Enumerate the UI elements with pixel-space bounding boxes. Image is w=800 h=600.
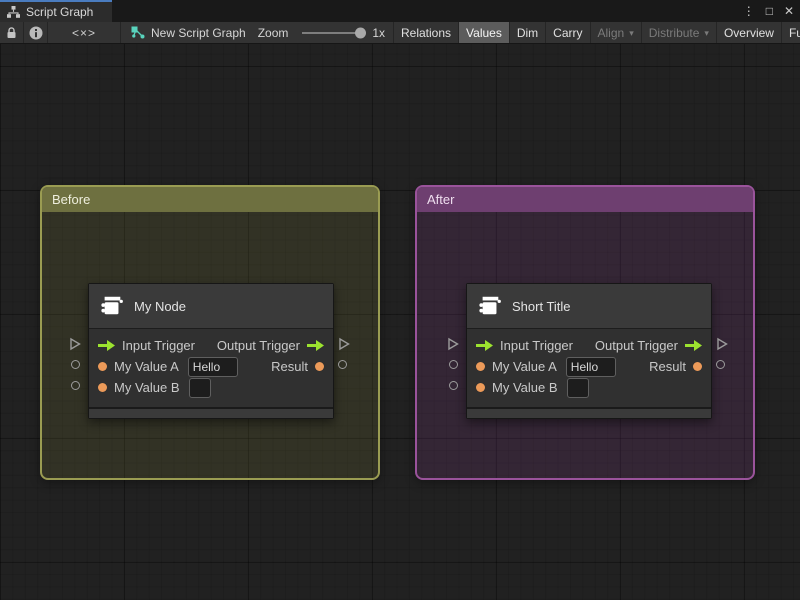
maximize-icon[interactable]: □ bbox=[766, 0, 773, 22]
node-ports: Input Trigger Output Trigger My Value A bbox=[467, 329, 711, 407]
group-title: Before bbox=[52, 192, 91, 207]
toolbar-button-values[interactable]: Values bbox=[459, 22, 510, 43]
port-label: Input Trigger bbox=[500, 338, 573, 353]
code-view-icon: <×> bbox=[71, 25, 97, 40]
ext-trigger-in-port[interactable] bbox=[446, 337, 460, 351]
port-label: Output Trigger bbox=[216, 338, 300, 353]
close-icon[interactable]: ✕ bbox=[784, 0, 794, 22]
port-label: My Value A bbox=[492, 359, 557, 374]
lock-button[interactable] bbox=[0, 22, 24, 43]
ext-trigger-in-port[interactable] bbox=[68, 337, 82, 351]
button-label: Distribute bbox=[648, 25, 700, 40]
port-row: My Value A Result bbox=[89, 356, 333, 377]
value-port-icon[interactable] bbox=[476, 362, 485, 371]
chevron-down-icon: ▾ bbox=[704, 28, 709, 38]
port-label: My Value B bbox=[492, 380, 558, 395]
button-label: Carry bbox=[553, 25, 583, 40]
hierarchy-icon bbox=[7, 6, 20, 18]
button-label: Full Screen bbox=[788, 25, 800, 40]
value-field[interactable] bbox=[187, 356, 238, 377]
toolbar-button-dim[interactable]: Dim bbox=[510, 22, 547, 43]
node-short-title[interactable]: Short Title Input Trigger Output Trigger bbox=[466, 283, 712, 419]
port-row: Input Trigger Output Trigger bbox=[89, 335, 333, 356]
node-ports: Input Trigger Output Trigger My Value A bbox=[89, 329, 333, 407]
button-label: Overview bbox=[723, 25, 774, 40]
flow-arrow-icon[interactable] bbox=[307, 340, 324, 351]
port-label: My Value A bbox=[114, 359, 179, 374]
unit-icon bbox=[478, 294, 502, 318]
port-row: My Value A Result bbox=[467, 356, 711, 377]
ext-trigger-out-port[interactable] bbox=[715, 337, 729, 351]
group-title: After bbox=[427, 192, 455, 207]
button-label: Dim bbox=[516, 25, 539, 40]
port-label: Output Trigger bbox=[594, 338, 678, 353]
chevron-down-icon: ▾ bbox=[629, 28, 634, 38]
value-port-icon[interactable] bbox=[476, 383, 485, 392]
button-label: Align bbox=[597, 25, 625, 40]
tab-title: Script Graph bbox=[26, 5, 94, 19]
button-label: Relations bbox=[401, 25, 452, 40]
port-row: My Value B bbox=[467, 377, 711, 398]
info-icon bbox=[29, 26, 43, 40]
menu-icon[interactable]: ⋮ bbox=[743, 0, 755, 22]
port-row: Input Trigger Output Trigger bbox=[467, 335, 711, 356]
value-field[interactable] bbox=[565, 356, 616, 377]
value-port-icon[interactable] bbox=[98, 362, 107, 371]
graph-name[interactable]: New Script Graph bbox=[151, 26, 246, 40]
value-port-icon[interactable] bbox=[693, 362, 702, 371]
zoom-label: Zoom bbox=[257, 25, 289, 40]
toolbar-button-overview[interactable]: Overview bbox=[717, 22, 782, 43]
node-footer bbox=[89, 407, 333, 418]
graph-icon bbox=[131, 26, 145, 39]
toolbar-button-fullscreen[interactable]: Full Screen bbox=[782, 22, 800, 43]
ext-value-in-port[interactable] bbox=[71, 360, 80, 369]
script-graph-window: Script Graph ⋮ □ ✕ <×> New Script Graph … bbox=[0, 0, 800, 600]
toolbar-button-align[interactable]: Align ▾ bbox=[591, 22, 642, 43]
toolbar-button-carry[interactable]: Carry bbox=[546, 22, 591, 43]
ext-trigger-out-port[interactable] bbox=[337, 337, 351, 351]
node-footer bbox=[467, 407, 711, 418]
port-label: Result bbox=[649, 359, 686, 374]
port-label: Result bbox=[271, 359, 308, 374]
titlebar: Script Graph ⋮ □ ✕ bbox=[0, 0, 800, 22]
flow-arrow-icon[interactable] bbox=[98, 340, 115, 351]
tab-script-graph[interactable]: Script Graph bbox=[0, 0, 112, 22]
zoom-value: 1x bbox=[372, 25, 385, 40]
toolbar: <×> New Script Graph Zoom 1x Relations V… bbox=[0, 22, 800, 44]
flow-arrow-icon[interactable] bbox=[685, 340, 702, 351]
port-label: My Value B bbox=[114, 380, 180, 395]
value-port-icon[interactable] bbox=[98, 383, 107, 392]
node-my-node[interactable]: My Node Input Trigger Output Trigger My … bbox=[88, 283, 334, 419]
value-port-icon[interactable] bbox=[315, 362, 324, 371]
port-row: My Value B bbox=[89, 377, 333, 398]
graph-canvas[interactable]: Before After My Node Input Trigger Outpu… bbox=[0, 44, 800, 600]
node-title: Short Title bbox=[512, 298, 571, 314]
info-button[interactable] bbox=[24, 22, 48, 43]
ext-value-out-port[interactable] bbox=[716, 360, 725, 369]
value-field[interactable] bbox=[566, 377, 589, 398]
zoom-slider-handle[interactable] bbox=[355, 27, 367, 38]
node-title: My Node bbox=[134, 298, 187, 314]
toolbar-button-distribute[interactable]: Distribute ▾ bbox=[642, 22, 717, 43]
flow-arrow-icon[interactable] bbox=[476, 340, 493, 351]
toolbar-button-relations[interactable]: Relations bbox=[394, 22, 460, 43]
ext-value-in-port[interactable] bbox=[449, 360, 458, 369]
button-label: Values bbox=[466, 25, 502, 40]
lock-icon bbox=[6, 26, 17, 39]
group-before-header[interactable]: Before bbox=[42, 187, 378, 212]
unit-icon bbox=[100, 294, 124, 318]
value-field[interactable] bbox=[188, 377, 211, 398]
group-after-header[interactable]: After bbox=[417, 187, 753, 212]
zoom-slider[interactable] bbox=[302, 27, 367, 38]
node-header[interactable]: Short Title bbox=[467, 284, 711, 329]
code-view-button[interactable]: <×> bbox=[48, 22, 121, 43]
ext-value-in-port[interactable] bbox=[71, 381, 80, 390]
port-label: Input Trigger bbox=[122, 338, 195, 353]
graph-toolbar-section: New Script Graph Zoom 1x bbox=[121, 22, 394, 43]
node-header[interactable]: My Node bbox=[89, 284, 333, 329]
ext-value-in-port[interactable] bbox=[449, 381, 458, 390]
ext-value-out-port[interactable] bbox=[338, 360, 347, 369]
window-controls: ⋮ □ ✕ bbox=[743, 0, 794, 22]
